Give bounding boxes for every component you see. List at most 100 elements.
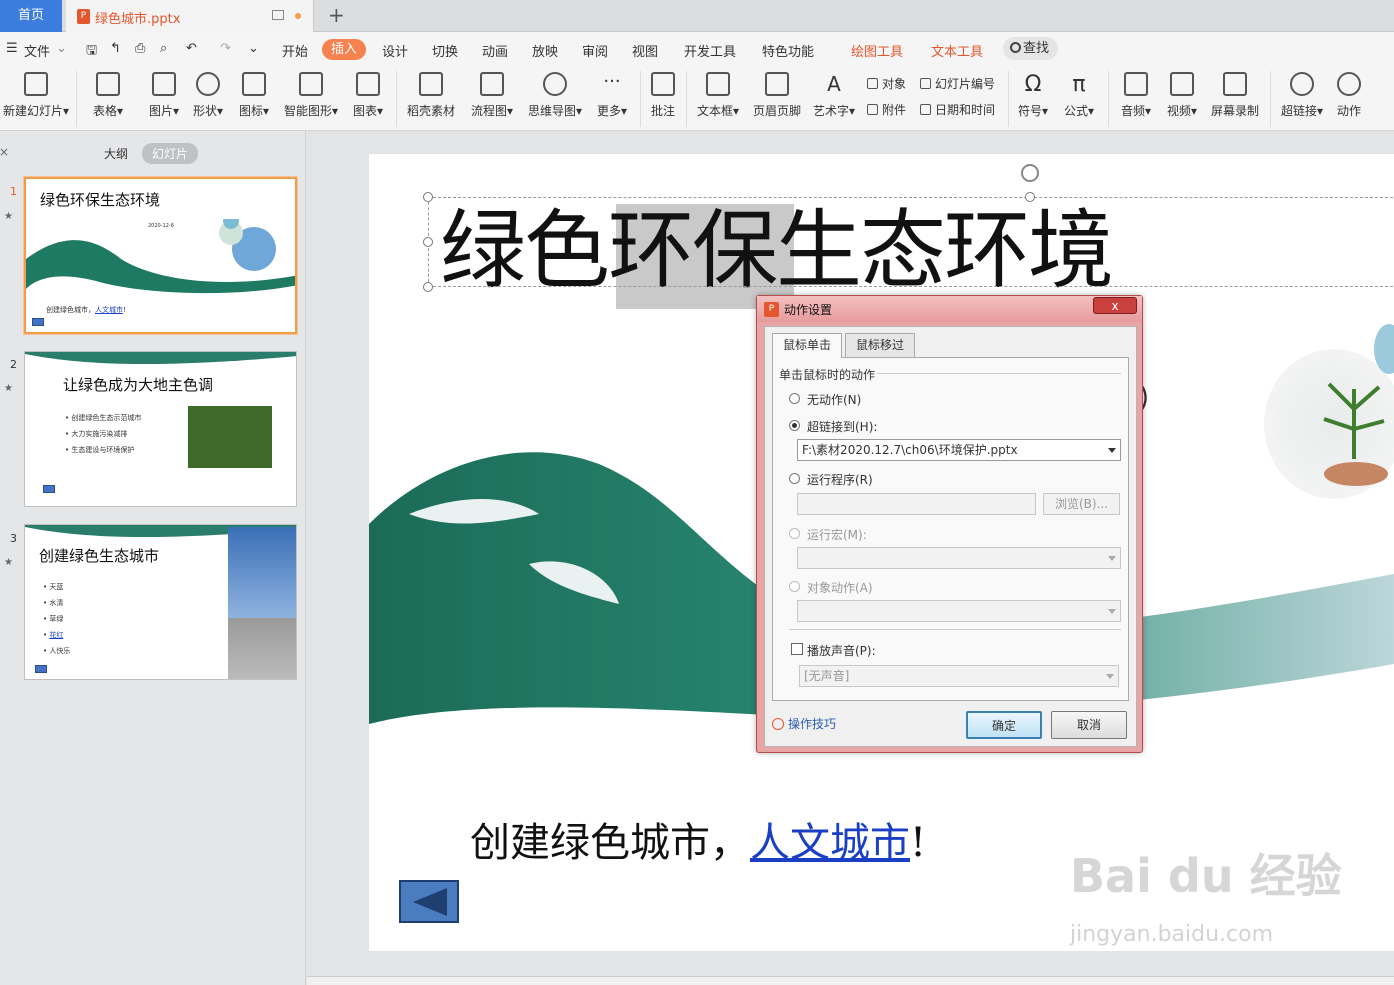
group-divider bbox=[873, 373, 1121, 374]
home-tab[interactable]: 首页 bbox=[0, 0, 62, 32]
save-icon[interactable]: 🖫 bbox=[86, 41, 97, 63]
wordart-icon: A bbox=[827, 72, 841, 96]
tab-outline[interactable]: 大纲 bbox=[104, 145, 128, 162]
subtitle-hyperlink[interactable]: 人文城市 bbox=[750, 820, 910, 866]
mindmap-button[interactable]: 思维导图▾ bbox=[526, 69, 584, 119]
thumb-building-image bbox=[228, 527, 296, 679]
slide-subtitle[interactable]: 创建绿色城市，人文城市! bbox=[470, 810, 926, 868]
radio-run-program-label[interactable]: 运行程序(R) bbox=[807, 471, 873, 488]
tab-slides[interactable]: 幻灯片 bbox=[142, 143, 199, 164]
table-button[interactable]: 表格▾ bbox=[90, 69, 126, 119]
program-path-input[interactable] bbox=[797, 493, 1036, 515]
radio-none-label[interactable]: 无动作(N) bbox=[807, 391, 861, 408]
menu-file[interactable]: 文件 bbox=[24, 41, 50, 60]
more-button[interactable]: ··· 更多▾ bbox=[594, 69, 630, 119]
collapse-panel-icon[interactable]: × bbox=[0, 145, 9, 159]
menu-features[interactable]: 特色功能 bbox=[762, 41, 814, 60]
search-button[interactable]: 查找 bbox=[1003, 37, 1058, 60]
menu-view[interactable]: 视图 bbox=[632, 41, 658, 60]
hyperlink-button[interactable]: 超链接▾ bbox=[1278, 69, 1326, 119]
sound-select[interactable]: [无声音] bbox=[799, 665, 1119, 687]
header-footer-button[interactable]: 页眉页脚 bbox=[752, 69, 802, 119]
shape-button[interactable]: 形状▾ bbox=[190, 69, 226, 119]
picture-button[interactable]: 图片▾ bbox=[146, 69, 182, 119]
formula-button[interactable]: π 公式▾ bbox=[1062, 69, 1096, 119]
back-action-button[interactable] bbox=[399, 880, 459, 923]
video-button[interactable]: 视频▾ bbox=[1164, 69, 1200, 119]
attachment-button[interactable]: 附件 bbox=[867, 101, 906, 118]
resize-handle[interactable] bbox=[423, 237, 433, 247]
dialog-titlebar[interactable]: P 动作设置 x bbox=[757, 296, 1142, 322]
menu-design[interactable]: 设计 bbox=[382, 41, 408, 60]
document-tab[interactable]: P 绿色城市.pptx bbox=[66, 0, 314, 32]
radio-object-action-label[interactable]: 对象动作(A) bbox=[807, 579, 873, 596]
browse-button[interactable]: 浏览(B)... bbox=[1043, 493, 1120, 515]
radio-run-macro[interactable] bbox=[789, 528, 800, 539]
radio-hyperlink[interactable] bbox=[789, 420, 800, 431]
menu-slideshow[interactable]: 放映 bbox=[532, 41, 558, 60]
menu-animation[interactable]: 动画 bbox=[482, 41, 508, 60]
flowchart-button[interactable]: 流程图▾ bbox=[468, 69, 516, 119]
menu-insert[interactable]: 插入 bbox=[322, 39, 366, 60]
chart-button[interactable]: 图表▾ bbox=[350, 69, 386, 119]
play-sound-label[interactable]: 播放声音(P): bbox=[807, 642, 876, 659]
export-icon[interactable]: ↰ bbox=[110, 41, 121, 56]
ok-button[interactable]: 确定 bbox=[966, 711, 1042, 739]
comment-button[interactable]: 批注 bbox=[648, 69, 678, 119]
quick-access-more-icon[interactable]: ⌄ bbox=[248, 41, 259, 56]
monitor-icon[interactable] bbox=[272, 10, 284, 20]
object-action-select[interactable] bbox=[797, 600, 1121, 622]
slide-number-button[interactable]: 幻灯片编号 bbox=[920, 75, 995, 92]
hyperlink-target-select[interactable]: F:\素材2020.12.7\ch06\环境保护.pptx bbox=[797, 439, 1121, 461]
chevron-down-icon[interactable]: ⌄ bbox=[56, 41, 67, 56]
play-sound-checkbox[interactable] bbox=[791, 643, 803, 655]
radio-run-program[interactable] bbox=[789, 473, 800, 484]
date-time-button[interactable]: 日期和时间 bbox=[920, 101, 995, 118]
tips-link[interactable]: 操作技巧 bbox=[772, 715, 836, 732]
slide-number-icon bbox=[920, 78, 931, 89]
radio-none[interactable] bbox=[789, 393, 800, 404]
menu-start[interactable]: 开始 bbox=[282, 41, 308, 60]
macro-select[interactable] bbox=[797, 547, 1121, 569]
search-icon bbox=[1010, 42, 1021, 53]
undo-icon[interactable]: ↶ bbox=[186, 41, 197, 56]
new-tab-button[interactable]: + bbox=[328, 3, 345, 27]
screen-record-button[interactable]: 屏幕录制 bbox=[1210, 69, 1260, 119]
print-icon[interactable]: ⎙ bbox=[135, 41, 145, 56]
menu-text-tools[interactable]: 文本工具 bbox=[931, 41, 983, 60]
action-button[interactable]: 动作 bbox=[1334, 69, 1364, 119]
menu-drawing-tools[interactable]: 绘图工具 bbox=[851, 41, 903, 60]
resize-handle[interactable] bbox=[423, 192, 433, 202]
print-preview-icon[interactable]: ⌕ bbox=[160, 41, 167, 56]
radio-run-macro-label[interactable]: 运行宏(M): bbox=[807, 526, 867, 543]
dialog-close-button[interactable]: x bbox=[1093, 297, 1137, 314]
resize-handle[interactable] bbox=[423, 282, 433, 292]
textbox-button[interactable]: 文本框▾ bbox=[694, 69, 742, 119]
radio-object-action[interactable] bbox=[789, 581, 800, 592]
rotate-handle-icon[interactable] bbox=[1021, 164, 1039, 182]
menu-developer[interactable]: 开发工具 bbox=[684, 41, 736, 60]
slide-thumbnail-1[interactable]: 绿色环保生态环境 2020-12-6 创建绿色城市，人文城市! bbox=[23, 176, 298, 335]
material-button[interactable]: 稻壳素材 bbox=[406, 69, 456, 119]
smartart-button[interactable]: 智能图形▾ bbox=[282, 69, 340, 119]
icon-button[interactable]: 图标▾ bbox=[236, 69, 272, 119]
slide-thumbnail-2[interactable]: 让绿色成为大地主色调 • 创建绿色生态示范城市 • 大力实施污染减排 • 生态建… bbox=[24, 351, 297, 507]
audio-button[interactable]: 音频▾ bbox=[1118, 69, 1154, 119]
menu-transition[interactable]: 切换 bbox=[432, 41, 458, 60]
redo-icon[interactable]: ↷ bbox=[220, 41, 231, 56]
wordart-button[interactable]: A 艺术字▾ bbox=[810, 69, 858, 119]
hamburger-icon[interactable]: ☰ bbox=[6, 41, 18, 56]
menu-review[interactable]: 审阅 bbox=[582, 41, 608, 60]
new-slide-button[interactable]: 新建幻灯片▾ bbox=[2, 69, 70, 119]
ribbon-separator bbox=[1108, 71, 1109, 127]
video-icon bbox=[1170, 72, 1194, 96]
slide-thumbnail-3[interactable]: 创建绿色生态城市 • 天蓝 • 水清 • 草绿 • 花红 • 人快乐 bbox=[24, 524, 297, 680]
resize-handle[interactable] bbox=[1025, 192, 1035, 202]
symbol-button[interactable]: Ω 符号▾ bbox=[1016, 69, 1050, 119]
tab-mouse-click[interactable]: 鼠标单击 bbox=[772, 333, 843, 358]
tab-mouse-over[interactable]: 鼠标移过 bbox=[845, 333, 916, 357]
menu-bar: ☰ 文件 ⌄ 🖫 ↰ ⎙ ⌕ ↶ ↷ ⌄ 开始 插入 设计 切换 动画 放映 审… bbox=[0, 32, 1394, 65]
object-button[interactable]: 对象 bbox=[867, 75, 906, 92]
radio-hyperlink-label[interactable]: 超链接到(H): bbox=[807, 418, 877, 435]
cancel-button[interactable]: 取消 bbox=[1051, 711, 1127, 739]
